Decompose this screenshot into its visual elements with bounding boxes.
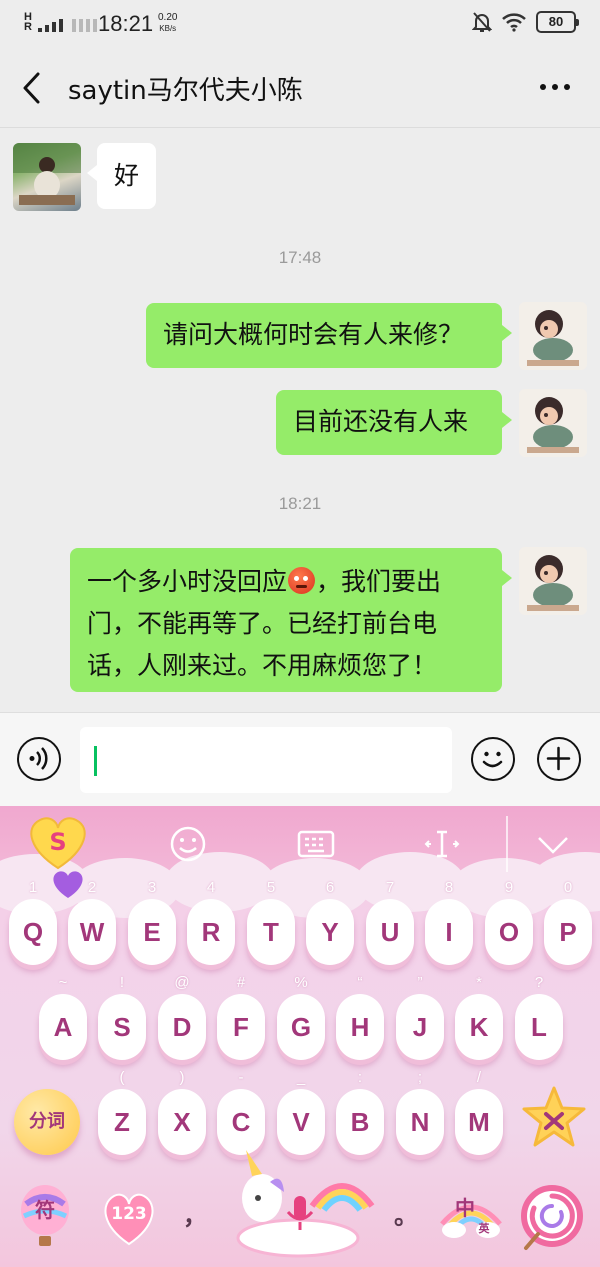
network-speed: 0.20 KB/s — [158, 12, 177, 34]
key-w[interactable]: 2W — [68, 879, 116, 965]
key-m[interactable]: / M — [455, 1069, 503, 1155]
my-avatar[interactable] — [519, 547, 587, 615]
battery-indicator: 80 — [536, 11, 579, 33]
emoji-icon[interactable] — [471, 737, 515, 781]
message-line: 话，人刚来过。不用麻烦您了！ — [87, 651, 438, 680]
key-d[interactable]: @ D — [158, 974, 206, 1060]
key-j[interactable]: ” J — [396, 974, 444, 1060]
message-line: 一个多小时没回应 ，我们要出 — [87, 567, 442, 596]
key-t[interactable]: 5T — [247, 879, 295, 965]
key-l[interactable]: ? L — [515, 974, 563, 1060]
key-z[interactable]: (Z — [98, 1069, 146, 1155]
more-dots-icon[interactable] — [540, 84, 570, 90]
key-s[interactable]: ! S — [98, 974, 146, 1060]
unicorn-mic-icon[interactable] — [222, 1146, 378, 1262]
key-y[interactable]: 6Y — [306, 879, 354, 965]
keyboard-icon[interactable] — [296, 824, 336, 864]
my-avatar[interactable] — [519, 389, 587, 457]
key-o[interactable]: 9O — [485, 879, 533, 965]
outgoing-message[interactable]: 一个多小时没回应 ，我们要出 门，不能再等了。已经打前台电 话，人刚来过。不用麻烦… — [70, 548, 512, 692]
text-caret — [94, 746, 97, 776]
lang-sub-label: 英 — [478, 1222, 490, 1235]
key-e[interactable]: 3E — [128, 879, 176, 965]
key-u[interactable]: 7U — [366, 879, 414, 965]
my-avatar[interactable] — [519, 302, 587, 370]
key-r[interactable]: 4R — [187, 879, 235, 965]
key-q[interactable]: 1Q — [9, 879, 57, 965]
outgoing-message[interactable]: 目前还没有人来 — [276, 390, 512, 455]
message-list[interactable]: 好 17:48 请问大概何时会有人来修？ 目前还没有人来 18:21 一个多小时… — [0, 128, 600, 712]
signal-icon — [38, 14, 97, 32]
network-type: H R — [24, 11, 32, 33]
add-icon[interactable] — [537, 737, 581, 781]
lang-label: 中 — [455, 1196, 475, 1220]
numbers-button[interactable]: 123 — [98, 1190, 160, 1246]
symbols-label: 符 — [35, 1198, 55, 1222]
key-n[interactable]: ; N — [396, 1069, 444, 1155]
message-input[interactable] — [80, 727, 452, 793]
wifi-icon — [502, 13, 526, 32]
angry-face-emoji-icon — [288, 567, 316, 594]
star-icon[interactable] — [520, 1084, 588, 1152]
key-p[interactable]: 0P — [544, 879, 592, 965]
speed-value: 0.20 — [158, 12, 178, 23]
key-x[interactable]: ) X — [158, 1069, 206, 1155]
message-line: 门，不能再等了。已经打前台电 — [87, 609, 438, 638]
contact-avatar[interactable] — [13, 143, 81, 211]
speed-unit: KB/s — [159, 24, 177, 33]
key-k[interactable]: * K — [455, 974, 503, 1060]
incoming-message[interactable]: 好 — [87, 143, 156, 209]
back-arrow-icon[interactable] — [18, 70, 48, 106]
outgoing-message[interactable]: 请问大概何时会有人来修？ — [146, 303, 512, 368]
input-bar — [0, 712, 600, 806]
smiley-icon[interactable] — [168, 824, 208, 864]
enter-icon[interactable] — [518, 1182, 586, 1254]
key-f[interactable]: # F — [217, 974, 265, 1060]
key-i[interactable]: 8I — [425, 879, 473, 965]
mute-bell-icon — [472, 12, 492, 32]
cursor-icon[interactable] — [422, 824, 462, 864]
fenci-button[interactable]: 分词 — [14, 1089, 80, 1155]
status-bar: H R 18:21 0.20 KB/s 80 — [0, 0, 600, 48]
symbols-button[interactable]: 符 — [18, 1184, 72, 1250]
voice-icon[interactable] — [17, 737, 61, 781]
timestamp: 18:21 — [278, 494, 322, 513]
numbers-label: 123 — [111, 1204, 147, 1224]
status-time: 18:21 — [98, 11, 154, 36]
lang-switch-button[interactable]: 中 英 — [440, 1184, 502, 1246]
timestamp: 17:48 — [278, 248, 322, 267]
collapse-icon[interactable] — [533, 824, 573, 864]
comma-key[interactable]: ， — [175, 1196, 215, 1231]
key-a[interactable]: ~ A — [39, 974, 87, 1060]
key-g[interactable]: % G — [277, 974, 325, 1060]
ime-keyboard: S 1Q 2W 3E 4R 5T 6Y 7U 8I 9O 0P ~ A ! S @ D… — [0, 806, 600, 1267]
key-h[interactable]: “H — [336, 974, 384, 1060]
chat-header: saytin马尔代夫小陈 — [0, 48, 600, 128]
period-key[interactable]: 。 — [386, 1196, 426, 1231]
svg-text:S: S — [49, 828, 66, 856]
chat-title: saytin马尔代夫小陈 — [68, 76, 303, 106]
